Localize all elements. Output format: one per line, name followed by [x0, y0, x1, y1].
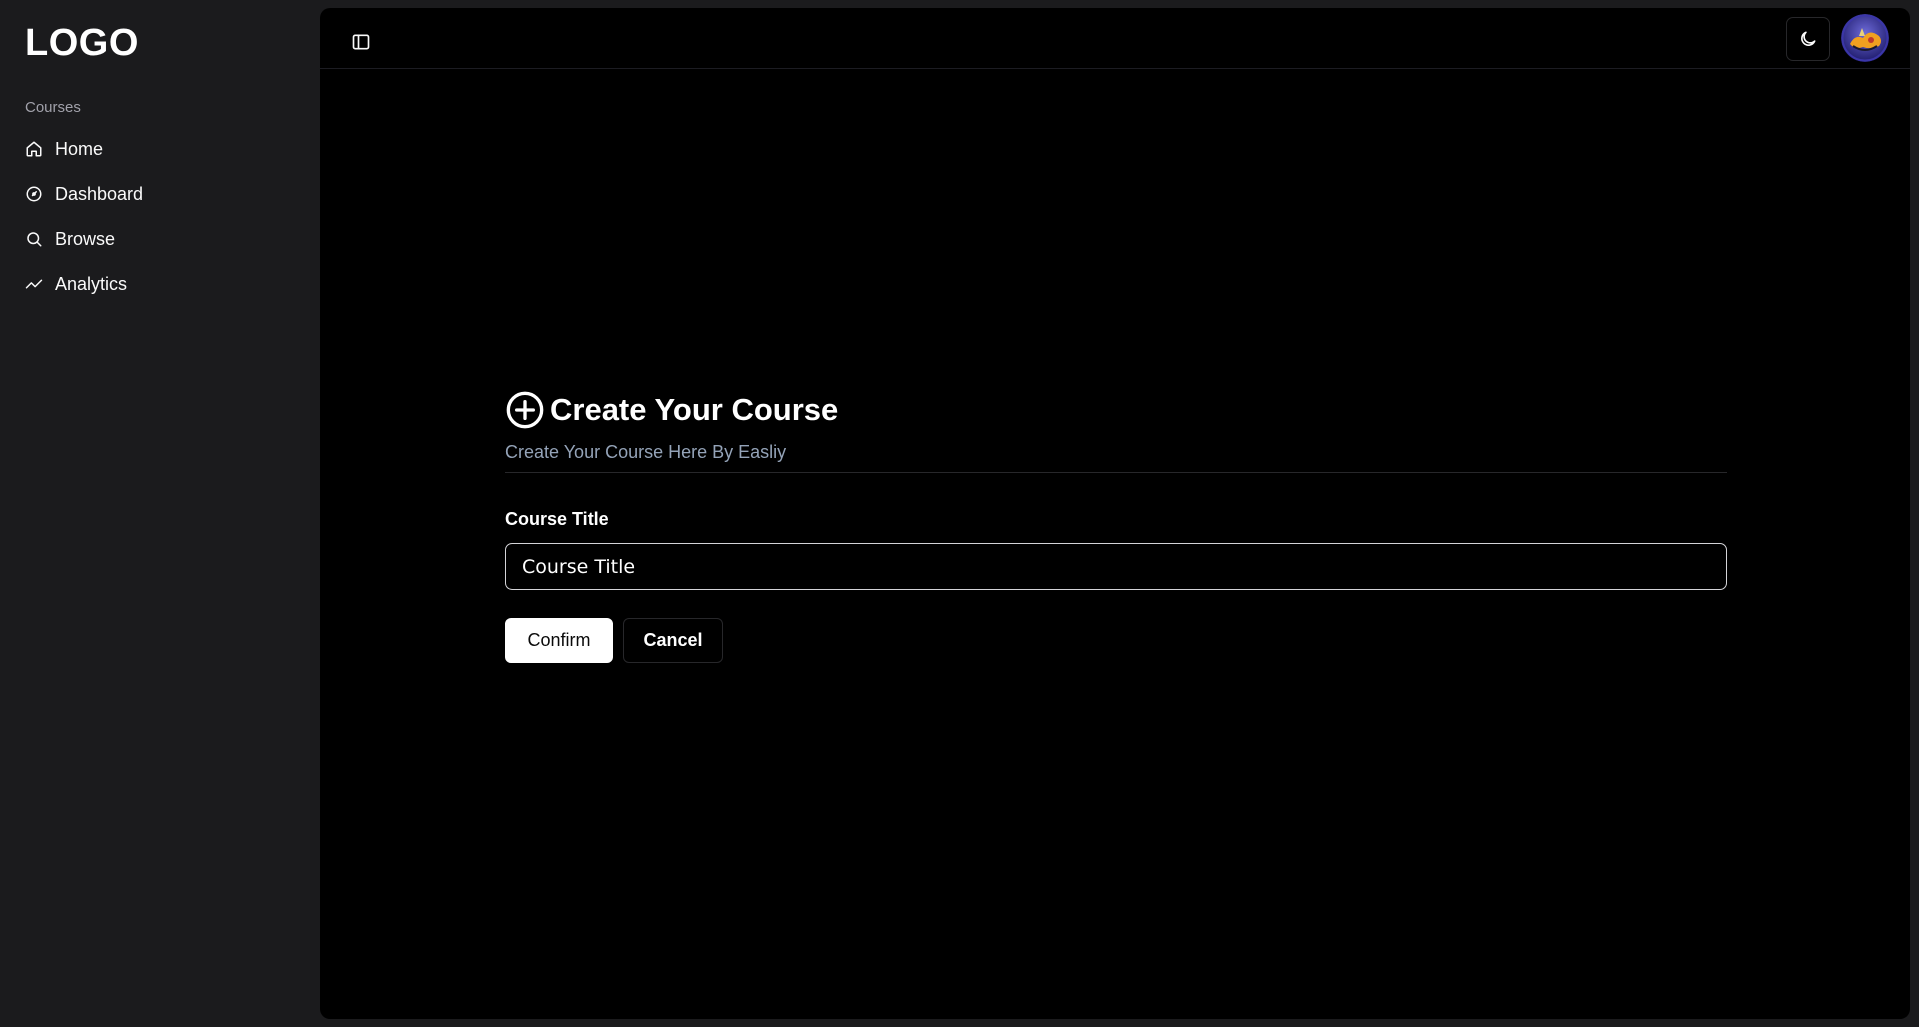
confirm-button[interactable]: Confirm [505, 618, 613, 663]
sidebar-item-dashboard[interactable]: Dashboard [14, 175, 306, 213]
form-header: Create Your Course [505, 388, 1727, 432]
sidebar-item-label: Home [55, 138, 104, 159]
sidebar-item-label: Analytics [55, 273, 128, 294]
home-icon [26, 141, 42, 157]
logo[interactable]: LOGO [25, 22, 139, 65]
sidebar-toggle-button[interactable] [344, 25, 378, 59]
sidebar-item-label: Dashboard [55, 183, 144, 204]
avatar-image [1841, 14, 1889, 62]
main-panel: Create Your Course Create Your Course He… [320, 8, 1910, 1019]
sidebar: LOGO Courses Home Dashboard Browse Analy… [0, 0, 320, 1027]
nav-section-label: Courses [25, 99, 81, 116]
course-title-label: Course Title [505, 509, 609, 529]
sidebar-item-analytics[interactable]: Analytics [14, 265, 306, 303]
page-title: Create Your Course [550, 392, 839, 427]
trend-line-icon [25, 279, 43, 289]
search-icon [27, 232, 42, 247]
gauge-icon [26, 186, 42, 202]
divider [505, 472, 1727, 473]
sidebar-item-home[interactable]: Home [14, 130, 306, 168]
plus-circle-icon [506, 391, 544, 429]
sidebar-item-browse[interactable]: Browse [14, 220, 306, 258]
create-course-form: Create Your Course Create Your Course He… [505, 388, 1727, 663]
theme-toggle-button[interactable] [1786, 17, 1830, 61]
sidebar-nav: Home Dashboard Browse Analytics [14, 130, 306, 310]
cancel-button[interactable]: Cancel [623, 618, 723, 663]
topbar [320, 8, 1910, 69]
avatar[interactable] [1841, 14, 1889, 62]
moon-icon [1801, 31, 1816, 46]
page-subtitle: Create Your Course Here By Easliy [505, 442, 787, 462]
form-actions: Confirm Cancel [505, 618, 1727, 663]
sidebar-toggle-icon [352, 34, 370, 50]
sidebar-item-label: Browse [55, 228, 116, 249]
course-title-input[interactable] [505, 543, 1727, 590]
